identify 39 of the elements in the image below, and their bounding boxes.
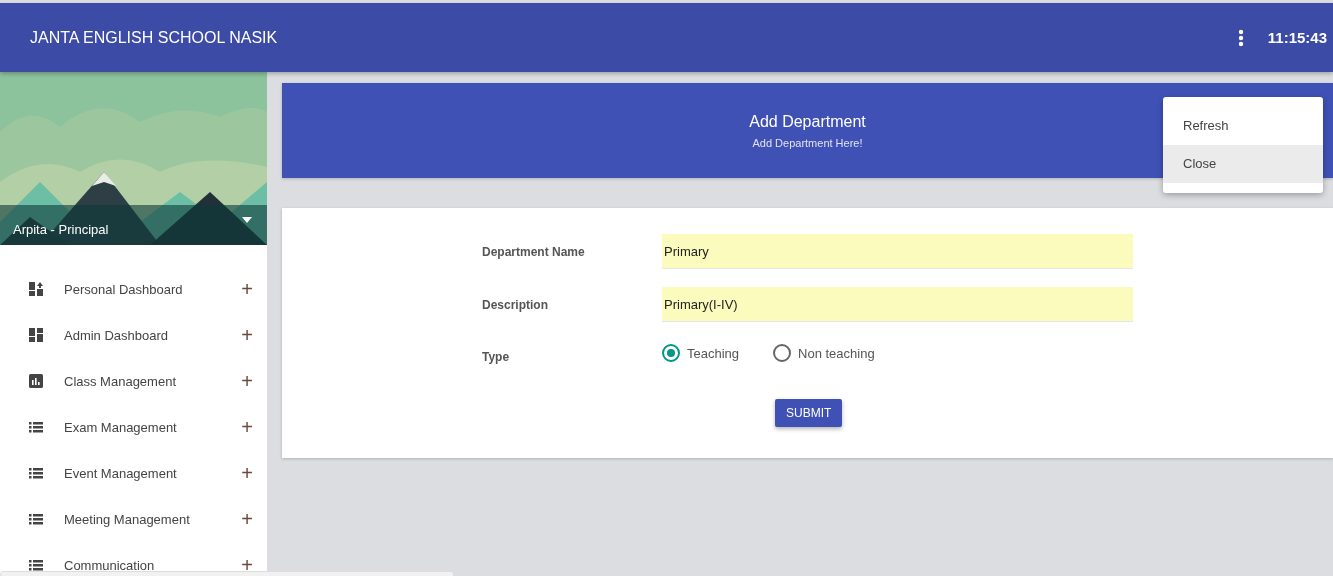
field-label: Type: [482, 349, 511, 364]
list-icon: [29, 512, 43, 526]
list-icon: [29, 558, 43, 572]
expand-icon[interactable]: +: [241, 465, 253, 481]
input-field[interactable]: Primary: [662, 234, 1133, 269]
field-label: Department Name: [482, 244, 586, 259]
list-icon: [29, 466, 43, 480]
sidebar-item[interactable]: Meeting Management +: [0, 496, 267, 542]
menu-item[interactable]: Close: [1163, 145, 1323, 183]
user-name: Arpita - Principal: [13, 222, 109, 237]
dashboard-icon: [29, 328, 43, 342]
radio-option[interactable]: Non teaching: [773, 344, 875, 362]
sidebar-item[interactable]: Exam Management +: [0, 404, 267, 450]
expand-icon[interactable]: +: [241, 373, 253, 389]
sidebar-item[interactable]: Class Management +: [0, 358, 267, 404]
field-label: Description: [482, 297, 549, 312]
expand-icon[interactable]: +: [241, 511, 253, 527]
sidebar-item[interactable]: Admin Dashboard +: [0, 312, 267, 358]
expand-icon[interactable]: +: [241, 419, 253, 435]
caret-icon[interactable]: [242, 217, 252, 223]
clock: 11:15:43: [1267, 29, 1327, 46]
sidebar-item[interactable]: Personal Dashboard +: [0, 266, 267, 312]
app-title: JANTA ENGLISH SCHOOL NASIK: [30, 28, 278, 47]
card-subtitle: Add Department Here!: [752, 136, 863, 149]
expand-icon[interactable]: +: [241, 327, 253, 343]
input-field[interactable]: Primary(I-IV): [662, 287, 1133, 322]
dashboard-icon: [29, 282, 43, 296]
expand-icon[interactable]: +: [241, 557, 253, 573]
radio-option[interactable]: Teaching: [662, 344, 740, 362]
sidebar-item[interactable]: Event Management +: [0, 450, 267, 496]
chart-icon: [29, 374, 43, 388]
menu-item[interactable]: Refresh: [1163, 107, 1323, 145]
card-title: Add Department: [749, 112, 866, 131]
list-icon: [29, 420, 43, 434]
expand-icon[interactable]: +: [241, 281, 253, 297]
more-icon[interactable]: [1237, 28, 1244, 47]
sidebar-item[interactable]: Communication +: [0, 542, 267, 576]
submit-button[interactable]: SUBMIT: [775, 399, 843, 427]
scrollbar[interactable]: [0, 571, 454, 576]
